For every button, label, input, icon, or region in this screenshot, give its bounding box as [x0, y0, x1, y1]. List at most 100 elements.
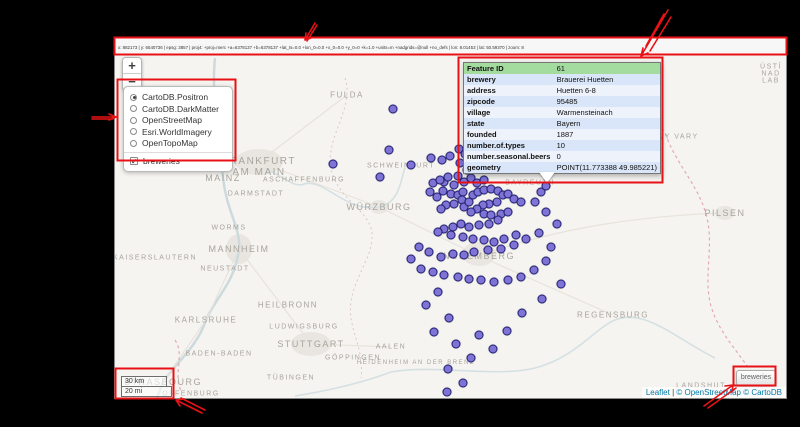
brewery-marker[interactable]	[436, 204, 446, 214]
base-layer-list: CartoDB.Positron CartoDB.DarkMatter OpenSt…	[130, 92, 226, 149]
osm-link[interactable]: © OpenStreetMap	[676, 388, 741, 397]
brewery-marker[interactable]	[492, 197, 502, 207]
brewery-marker[interactable]	[426, 153, 436, 163]
brewery-marker[interactable]	[534, 228, 544, 238]
base-layer-option-esri-worldimagery[interactable]: Esri.WorldImagery	[130, 127, 226, 138]
brewery-marker[interactable]	[448, 249, 458, 259]
popup-field-label: brewery	[464, 74, 554, 85]
brewery-marker[interactable]	[442, 387, 452, 397]
brewery-marker[interactable]	[433, 227, 443, 237]
brewery-marker[interactable]	[503, 275, 513, 285]
popup-field-label: village	[464, 107, 554, 118]
brewery-marker[interactable]	[502, 326, 512, 336]
brewery-marker[interactable]	[489, 277, 499, 287]
brewery-marker[interactable]	[433, 287, 443, 297]
zoom-to-breweries-button[interactable]: breweries	[736, 370, 776, 386]
brewery-marker[interactable]	[444, 313, 454, 323]
brewery-marker[interactable]	[456, 219, 466, 229]
popup-field-value: 61	[553, 63, 660, 74]
checkbox-icon[interactable]: ✓	[130, 156, 138, 165]
brewery-marker[interactable]	[451, 339, 461, 349]
brewery-marker[interactable]	[476, 275, 486, 285]
brewery-marker[interactable]	[552, 219, 562, 229]
brewery-marker[interactable]	[414, 242, 424, 252]
base-layer-option-cartodb-darkmatter[interactable]: CartoDB.DarkMatter	[130, 104, 226, 115]
brewery-marker[interactable]	[446, 230, 456, 240]
brewery-marker[interactable]	[516, 272, 526, 282]
brewery-marker[interactable]	[453, 272, 463, 282]
brewery-marker[interactable]	[493, 215, 503, 225]
brewery-marker[interactable]	[406, 254, 416, 264]
brewery-marker[interactable]	[479, 235, 489, 245]
leaflet-map[interactable]: FRANKFURT AM MAIN MAINZ ASCHAFFENBURG DARMS…	[115, 55, 786, 398]
brewery-marker[interactable]	[541, 256, 551, 266]
brewery-marker[interactable]	[449, 199, 459, 209]
popup-field-label: number.of.types	[464, 140, 554, 151]
brewery-marker[interactable]	[537, 294, 547, 304]
brewery-marker[interactable]	[424, 247, 434, 257]
popup-field-value: 95485	[553, 96, 660, 107]
brewery-marker[interactable]	[388, 104, 398, 114]
brewery-marker[interactable]	[541, 207, 551, 217]
radio-icon[interactable]	[130, 139, 137, 147]
base-layer-option-opentopomap[interactable]: OpenTopoMap	[130, 138, 226, 149]
brewery-marker[interactable]	[464, 222, 474, 232]
radio-icon[interactable]	[130, 93, 137, 101]
brewery-marker[interactable]	[517, 308, 527, 318]
brewery-marker[interactable]	[496, 244, 506, 254]
brewery-marker[interactable]	[546, 242, 556, 252]
brewery-marker[interactable]	[474, 220, 484, 230]
brewery-marker[interactable]	[328, 159, 338, 169]
attribution-bar: Leaflet | © OpenStreetMap © CartoDB	[641, 387, 786, 398]
base-layer-label: Esri.WorldImagery	[142, 126, 212, 137]
brewery-marker[interactable]	[439, 270, 449, 280]
brewery-marker[interactable]	[499, 234, 509, 244]
brewery-marker[interactable]	[406, 160, 416, 170]
brewery-marker[interactable]	[488, 344, 498, 354]
brewery-marker[interactable]	[429, 327, 439, 337]
brewery-marker[interactable]	[459, 250, 469, 260]
brewery-marker[interactable]	[509, 240, 519, 250]
brewery-marker[interactable]	[521, 234, 531, 244]
popup-field-value: Warmensteinach	[553, 107, 660, 118]
brewery-marker[interactable]	[375, 172, 385, 182]
brewery-marker[interactable]	[468, 234, 478, 244]
brewery-marker[interactable]	[503, 207, 513, 217]
brewery-marker[interactable]	[428, 267, 438, 277]
brewery-marker[interactable]	[474, 330, 484, 340]
brewery-marker[interactable]	[479, 175, 489, 185]
brewery-marker[interactable]	[466, 353, 476, 363]
brewery-marker[interactable]	[458, 378, 468, 388]
brewery-marker[interactable]	[425, 187, 435, 197]
brewery-marker[interactable]	[530, 197, 540, 207]
base-layer-label: OpenStreetMap	[142, 115, 203, 126]
brewery-marker[interactable]	[556, 279, 566, 289]
brewery-marker[interactable]	[516, 197, 526, 207]
brewery-marker[interactable]	[466, 207, 476, 217]
leaflet-link[interactable]: Leaflet	[646, 388, 670, 397]
brewery-marker[interactable]	[421, 300, 431, 310]
radio-icon[interactable]	[130, 128, 137, 136]
layer-control[interactable]: CartoDB.Positron CartoDB.DarkMatter OpenSt…	[123, 86, 233, 172]
brewery-marker[interactable]	[484, 219, 494, 229]
brewery-marker[interactable]	[511, 230, 521, 240]
radio-icon[interactable]	[130, 105, 137, 113]
brewery-marker[interactable]	[529, 265, 539, 275]
brewery-marker[interactable]	[449, 180, 459, 190]
brewery-marker[interactable]	[483, 245, 493, 255]
brewery-marker[interactable]	[443, 364, 453, 374]
overlay-option-breweries[interactable]: ✓ breweries	[130, 156, 226, 167]
brewery-marker[interactable]	[436, 252, 446, 262]
brewery-marker[interactable]	[445, 151, 455, 161]
coordinate-status-text: x: 882173 | y: 6540736 | epsg: 3857 | pr…	[118, 45, 524, 51]
base-layer-option-openstreetmap[interactable]: OpenStreetMap	[130, 115, 226, 126]
brewery-marker[interactable]	[464, 274, 474, 284]
base-layer-option-cartodb-positron[interactable]: CartoDB.Positron	[130, 92, 226, 103]
brewery-marker[interactable]	[416, 264, 426, 274]
radio-icon[interactable]	[130, 116, 137, 124]
zoom-in-button[interactable]: +	[123, 58, 141, 74]
brewery-marker[interactable]	[469, 247, 479, 257]
carto-link[interactable]: © CartoDB	[743, 388, 782, 397]
brewery-marker[interactable]	[458, 232, 468, 242]
brewery-marker[interactable]	[384, 145, 394, 155]
